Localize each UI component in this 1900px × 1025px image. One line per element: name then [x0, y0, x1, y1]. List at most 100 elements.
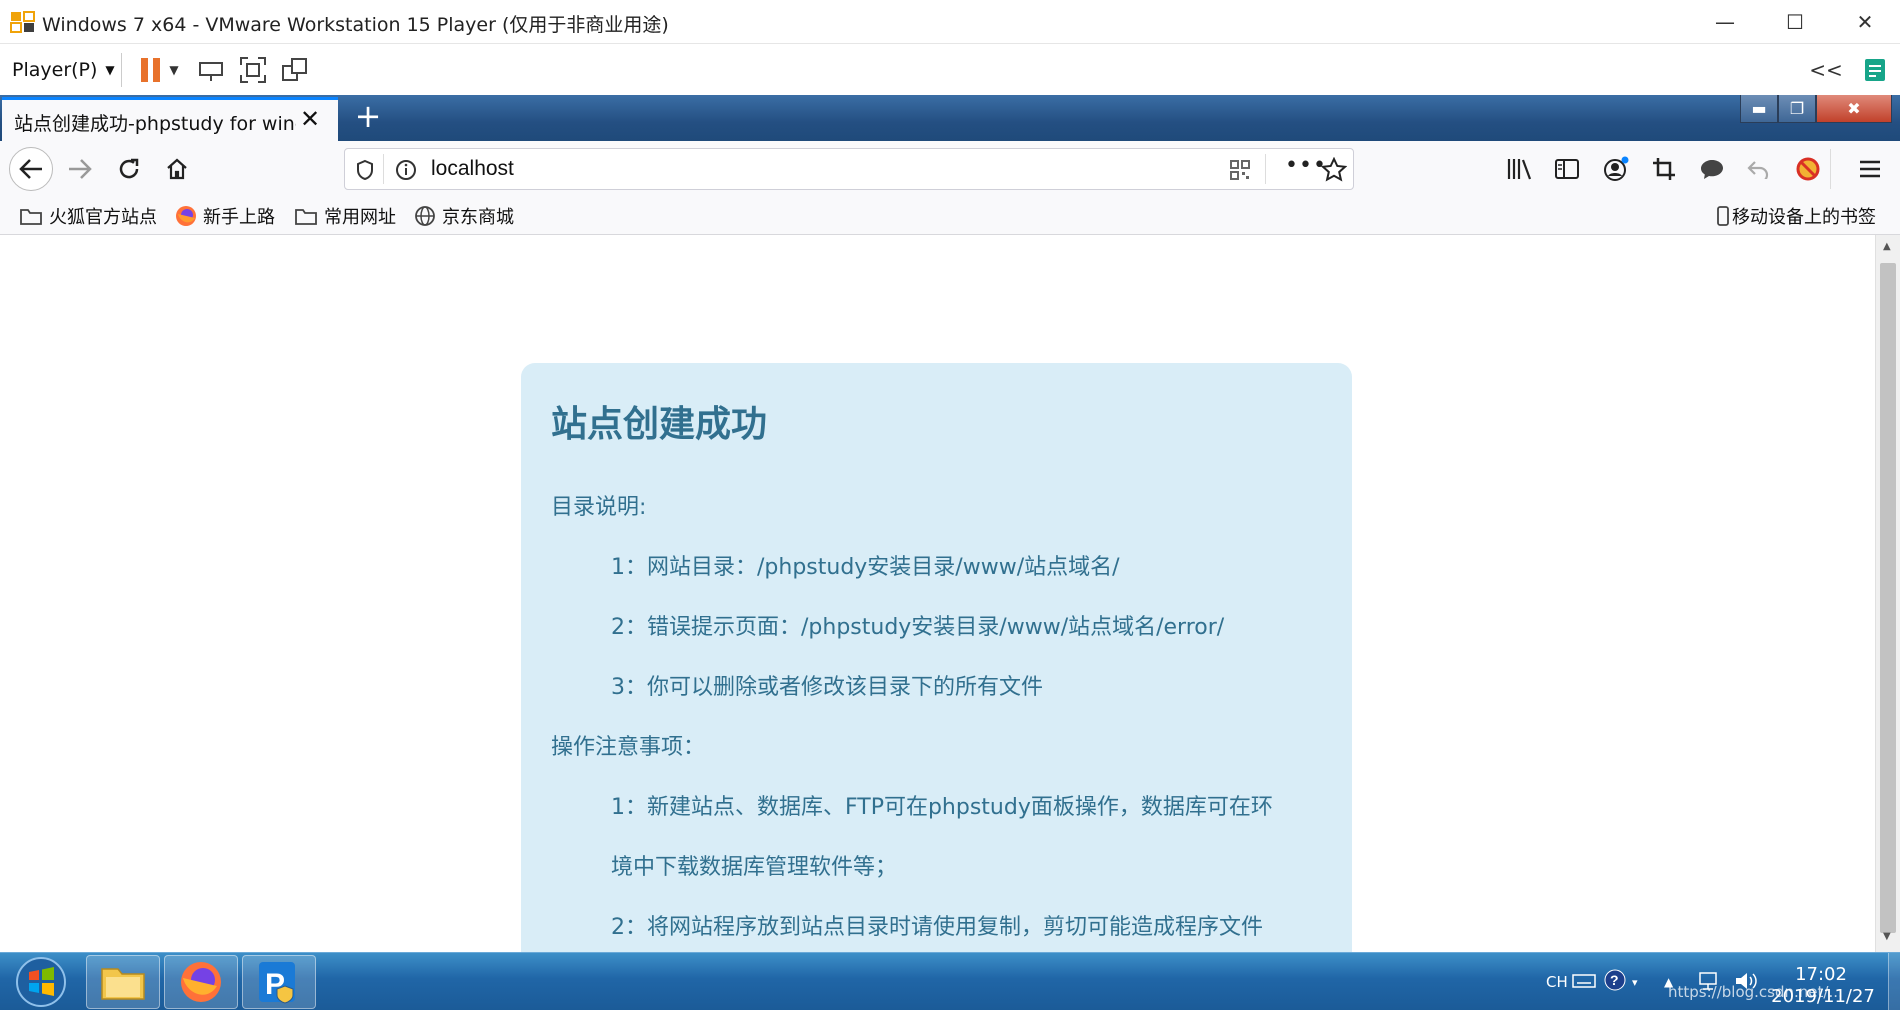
close-button[interactable]: ✕: [1830, 0, 1900, 44]
reload-icon: [119, 158, 139, 179]
back-button[interactable]: [9, 147, 53, 191]
arrow-right-icon: [69, 159, 92, 179]
divider: [1830, 149, 1831, 189]
vmware-logo-icon: [10, 11, 35, 33]
notes-button[interactable]: [1860, 45, 1890, 95]
phpstudy-icon: P: [259, 962, 295, 1004]
home-button[interactable]: [155, 147, 199, 191]
collapse-toolbar-button[interactable]: <<: [1808, 45, 1844, 95]
account-icon[interactable]: [1602, 155, 1630, 183]
help-icon[interactable]: ?: [1604, 969, 1626, 991]
divider: [1265, 154, 1266, 184]
page-title: 站点创建成功: [551, 404, 768, 445]
list-item: 1：新建站点、数据库、FTP可在phpstudy面板操作，数据库可在环: [611, 795, 1273, 820]
list-item: 1：网站目录：/phpstudy安装目录/www/站点域名/: [611, 555, 1120, 580]
folder-icon: [295, 209, 317, 225]
undo-icon[interactable]: [1746, 159, 1770, 179]
ime-options-icon[interactable]: ▾: [1632, 953, 1638, 1011]
phone-icon: [1717, 206, 1729, 226]
tab-active[interactable]: 站点创建成功-phpstudy for windows ✕: [2, 97, 338, 141]
list-item: 3：你可以删除或者修改该目录下的所有文件: [611, 675, 1043, 700]
list-item: 2：错误提示页面：/phpstudy安装目录/www/站点域名/error/: [611, 615, 1225, 640]
pause-button[interactable]: ▼: [134, 45, 184, 95]
vertical-scrollbar[interactable]: ▲ ▼: [1875, 235, 1900, 952]
show-desktop-button[interactable]: [1888, 953, 1900, 1011]
fullscreen-icon: [240, 57, 266, 83]
close-tab-icon[interactable]: ✕: [300, 105, 320, 133]
url-bar[interactable]: •••: [344, 148, 1354, 190]
bookmark-star-icon[interactable]: [1321, 157, 1347, 183]
new-tab-button[interactable]: +: [350, 99, 386, 135]
watermark-text: https://blog.csdn.net/...: [1668, 983, 1843, 1001]
list-item: 2：将网站程序放到站点目录时请使用复制，剪切可能造成程序文件: [611, 915, 1263, 940]
section-title: 操作注意事项：: [551, 735, 706, 760]
taskbar-firefox[interactable]: [164, 955, 238, 1009]
home-icon: [167, 158, 187, 180]
taskbar-explorer[interactable]: [86, 955, 160, 1009]
start-button[interactable]: [10, 955, 72, 1009]
guest-close-button[interactable]: ✖: [1816, 95, 1892, 123]
svg-text:?: ?: [1610, 972, 1619, 988]
divider: [121, 53, 122, 87]
mobile-bookmarks[interactable]: 移动设备上的书签: [1716, 203, 1876, 229]
keyboard-icon: [199, 62, 223, 81]
chevron-down-icon: ▼: [169, 63, 179, 77]
bookmark-label: 火狐官方站点: [49, 207, 157, 228]
forward-button[interactable]: [58, 147, 102, 191]
fullscreen-button[interactable]: [236, 45, 270, 95]
bookmark-item[interactable]: 新手上路: [175, 203, 275, 229]
library-icon[interactable]: [1506, 157, 1532, 181]
keyboard-icon[interactable]: [1572, 973, 1596, 989]
windows-logo-icon: [16, 957, 66, 1007]
scrollbar-thumb[interactable]: [1880, 263, 1896, 933]
tab-title: 站点创建成功-phpstudy for windows: [14, 113, 296, 135]
note-icon: [1865, 59, 1885, 81]
block-icon[interactable]: [1795, 156, 1821, 182]
scroll-down-icon[interactable]: ▼: [1883, 931, 1891, 942]
mobile-bookmarks-label: 移动设备上的书签: [1732, 207, 1876, 228]
vmware-toolbar: Player(P) ▼ ▼ <<: [0, 45, 1900, 95]
taskbar: P CH ? ▾ ▲ 17:02 2019/11/27 https://blog…: [0, 952, 1900, 1011]
bookmark-label: 常用网址: [324, 207, 396, 228]
show-hidden-icons-icon[interactable]: ▲: [1664, 953, 1673, 1011]
navigation-bar: •••: [0, 141, 1900, 197]
guest-restore-button[interactable]: ❐: [1778, 95, 1816, 123]
bookmark-label: 新手上路: [203, 207, 275, 228]
reload-button[interactable]: [107, 147, 151, 191]
guest-screen: 站点创建成功-phpstudy for windows ✕ + ▬ ❐ ✖ ••…: [0, 95, 1900, 952]
firefox-icon: [176, 206, 196, 226]
folder-icon: [20, 209, 42, 225]
bookmark-item[interactable]: 京东商城: [414, 203, 514, 229]
bookmarks-toolbar: 火狐官方站点 新手上路 常用网址 京东商城 移动设备上的书签: [0, 197, 1900, 235]
bookmark-label: 京东商城: [442, 207, 514, 228]
unity-button[interactable]: [278, 45, 312, 95]
window-title: Windows 7 x64 - VMware Workstation 15 Pl…: [42, 14, 669, 36]
divider: [383, 154, 384, 184]
info-icon[interactable]: [395, 159, 417, 181]
chat-icon[interactable]: [1699, 157, 1725, 181]
qr-code-icon[interactable]: [1229, 159, 1251, 181]
firefox-icon: [181, 962, 221, 1002]
url-input[interactable]: [431, 157, 1231, 181]
bookmark-item[interactable]: 常用网址: [294, 203, 396, 229]
globe-icon: [415, 206, 435, 226]
send-ctrl-alt-del-button[interactable]: [196, 45, 226, 95]
maximize-button[interactable]: ☐: [1760, 0, 1830, 44]
bookmark-item[interactable]: 火狐官方站点: [19, 203, 157, 229]
shield-icon[interactable]: [355, 159, 375, 181]
vmware-title-bar: Windows 7 x64 - VMware Workstation 15 Pl…: [0, 0, 1900, 44]
arrow-left-icon: [19, 159, 42, 179]
chevron-down-icon: ▼: [105, 63, 115, 77]
tab-bar: 站点创建成功-phpstudy for windows ✕ + ▬ ❐ ✖: [0, 95, 1900, 141]
web-page: 站点创建成功 目录说明: 1：网站目录：/phpstudy安装目录/www/站点…: [0, 235, 1875, 952]
minimize-button[interactable]: —: [1690, 0, 1760, 44]
unity-icon: [282, 58, 307, 81]
crop-screenshot-icon[interactable]: [1652, 157, 1676, 181]
taskbar-phpstudy[interactable]: P: [242, 955, 316, 1009]
scroll-up-icon[interactable]: ▲: [1883, 241, 1891, 252]
language-indicator[interactable]: CH: [1546, 953, 1568, 1011]
sidebar-icon[interactable]: [1554, 157, 1580, 181]
player-menu[interactable]: Player(P) ▼: [12, 45, 116, 95]
guest-minimize-button[interactable]: ▬: [1740, 95, 1778, 123]
menu-icon[interactable]: [1859, 159, 1881, 179]
